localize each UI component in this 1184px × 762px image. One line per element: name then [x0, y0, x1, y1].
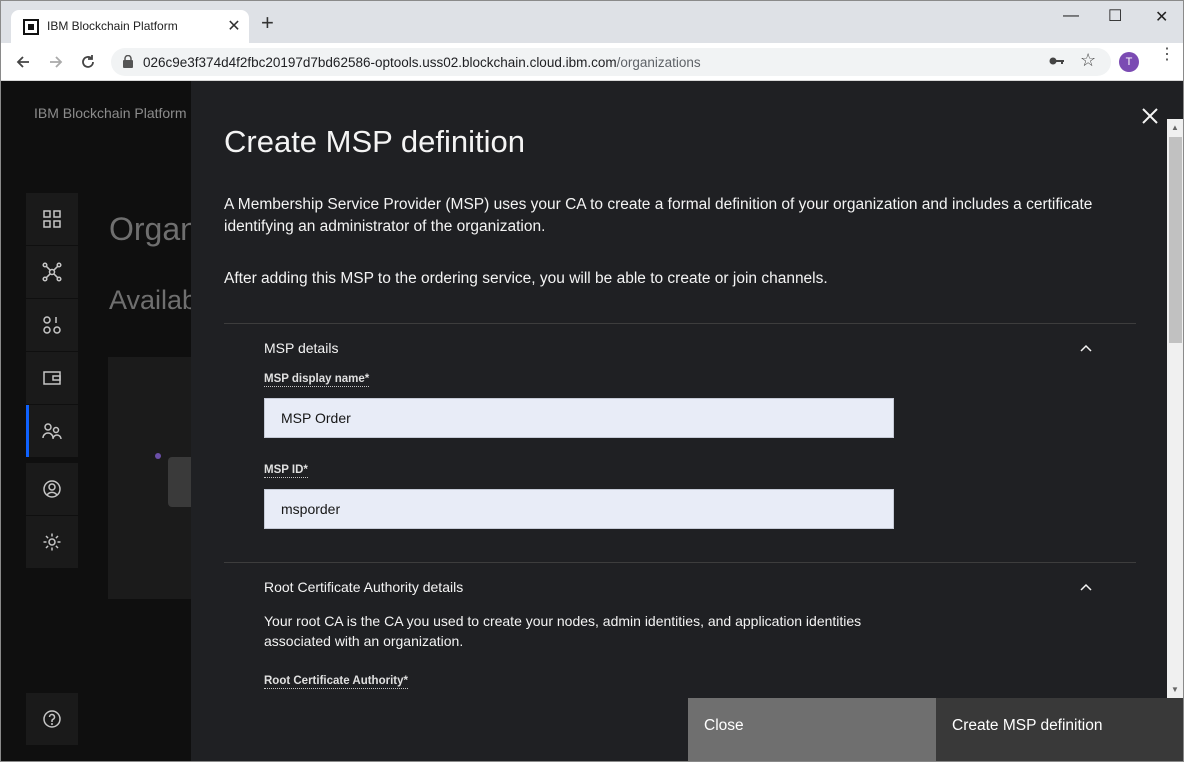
- nav-nodes[interactable]: [26, 246, 78, 298]
- organizations-icon: [42, 423, 62, 440]
- nav-dashboard[interactable]: [26, 193, 78, 245]
- reload-icon[interactable]: [76, 50, 100, 74]
- panel-scrollbar[interactable]: ▲ ▼: [1167, 119, 1183, 699]
- address-bar[interactable]: 026c9e3f374d4f2fbc20197d7bd62586-optools…: [111, 48, 1111, 76]
- lock-icon: [123, 54, 133, 73]
- page-title-background: Organ: [109, 211, 198, 247]
- help-icon: [43, 710, 61, 728]
- maximize-icon[interactable]: ☐: [1108, 6, 1122, 26]
- back-icon[interactable]: [11, 50, 35, 74]
- wallet-icon: [43, 371, 61, 385]
- create-msp-definition-button[interactable]: Create MSP definition: [936, 698, 1183, 761]
- url-text: 026c9e3f374d4f2fbc20197d7bd62586-optools…: [143, 55, 701, 70]
- nav-wallet[interactable]: [26, 352, 78, 404]
- page-subtitle-background: Availab: [109, 285, 198, 315]
- panel-close-icon[interactable]: [1139, 105, 1161, 127]
- panel-description: A Membership Service Provider (MSP) uses…: [224, 196, 1093, 235]
- nav-organizations[interactable]: [26, 405, 78, 457]
- browser-window: IBM Blockchain Platform ✕ + — ☐ ✕ 026c9e…: [0, 0, 1184, 762]
- nav-users[interactable]: [26, 463, 78, 515]
- left-nav: [26, 193, 78, 569]
- decorative-dot: [155, 453, 161, 459]
- root-ca-description: Your root CA is the CA you used to creat…: [264, 613, 862, 649]
- browser-menu-icon[interactable]: ⋮: [1159, 47, 1175, 63]
- settings-icon: [43, 533, 61, 551]
- scroll-down-icon[interactable]: ▼: [1171, 685, 1179, 694]
- panel-description-2: After adding this MSP to the ordering se…: [224, 270, 828, 287]
- dashboard-icon: [43, 210, 61, 228]
- section-divider: [224, 562, 1136, 563]
- tab-title: IBM Blockchain Platform: [47, 19, 178, 33]
- scroll-thumb[interactable]: [1169, 137, 1182, 343]
- root-ca-chevron-up-icon[interactable]: [1079, 582, 1093, 592]
- minimize-icon[interactable]: —: [1063, 7, 1079, 25]
- nav-settings[interactable]: [26, 516, 78, 568]
- nodes-icon: [42, 262, 62, 282]
- nav-help[interactable]: [26, 693, 78, 745]
- app-brand: IBM Blockchain Platform: [34, 105, 187, 121]
- msp-details-chevron-up-icon[interactable]: [1079, 343, 1093, 353]
- msp-id-input[interactable]: [264, 489, 894, 529]
- msp-display-name-label: MSP display name*: [264, 373, 370, 387]
- forward-icon[interactable]: [44, 50, 68, 74]
- browser-tab[interactable]: IBM Blockchain Platform ✕: [11, 10, 249, 43]
- nav-channels[interactable]: [26, 299, 78, 351]
- tab-close-icon[interactable]: ✕: [225, 16, 243, 36]
- browser-titlebar: IBM Blockchain Platform ✕ + — ☐ ✕: [1, 1, 1183, 43]
- key-icon[interactable]: [1049, 53, 1065, 71]
- users-icon: [43, 480, 61, 498]
- msp-display-name-input[interactable]: [264, 398, 894, 438]
- new-tab-icon[interactable]: +: [261, 12, 274, 34]
- url-host: 026c9e3f374d4f2fbc20197d7bd62586-optools…: [143, 55, 617, 70]
- root-ca-details-title[interactable]: Root Certificate Authority details: [264, 579, 463, 595]
- bookmark-star-icon[interactable]: ☆: [1080, 51, 1096, 69]
- channels-icon: [43, 316, 61, 334]
- create-msp-panel: Create MSP definition A Membership Servi…: [191, 81, 1183, 761]
- close-button[interactable]: Close: [688, 698, 936, 761]
- msp-details-title[interactable]: MSP details: [264, 340, 338, 356]
- url-path: /organizations: [616, 55, 701, 70]
- window-close-icon[interactable]: ✕: [1155, 7, 1168, 27]
- section-divider: [224, 323, 1136, 324]
- panel-title: Create MSP definition: [224, 124, 525, 159]
- msp-id-label: MSP ID*: [264, 464, 308, 478]
- browser-toolbar: 026c9e3f374d4f2fbc20197d7bd62586-optools…: [1, 43, 1183, 81]
- profile-avatar[interactable]: T: [1119, 52, 1139, 72]
- root-ca-label: Root Certificate Authority*: [264, 675, 408, 689]
- ibm-favicon-icon: [23, 19, 39, 35]
- background-card: [108, 357, 208, 599]
- scroll-up-icon[interactable]: ▲: [1171, 123, 1179, 132]
